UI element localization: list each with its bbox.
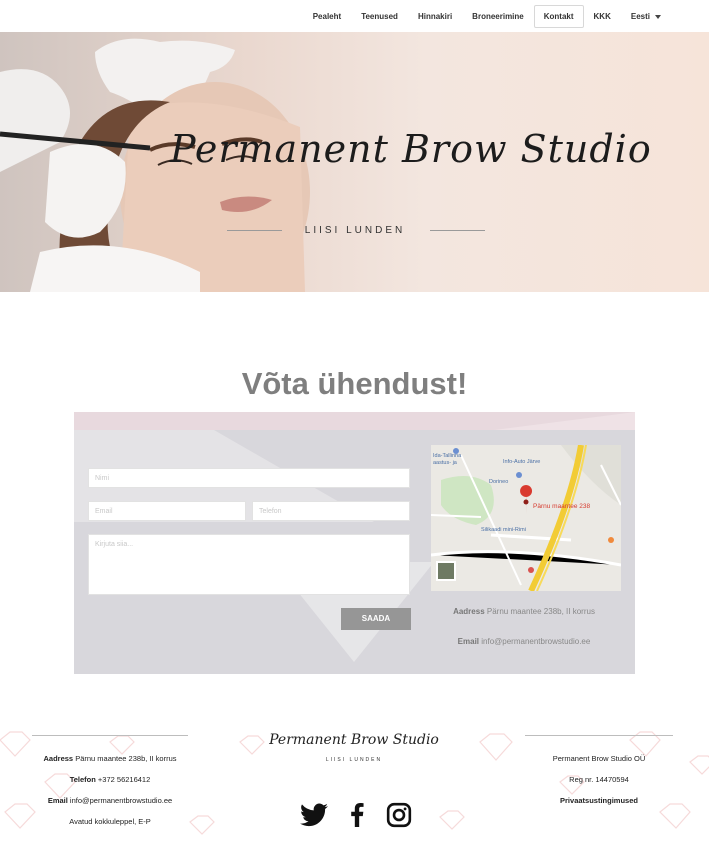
footer-email: Email info@permanentbrowstudio.ee — [30, 795, 190, 816]
footer-privacy-link[interactable]: Privaatsustingimused — [520, 795, 678, 816]
footer-logo-subtitle: LIISI LUNDEN — [325, 757, 383, 763]
social-links — [300, 802, 412, 833]
footer-email-value[interactable]: info@permanentbrowstudio.ee — [70, 796, 172, 805]
footer-company-info: Permanent Brow Studio OÜ Reg nr. 1447059… — [520, 753, 678, 816]
twitter-icon[interactable] — [300, 803, 328, 832]
nav-item-pealeht[interactable]: Pealeht — [303, 5, 351, 28]
hero-banner: Permanent Brow Studio LIISI LUNDEN — [0, 32, 709, 292]
map-label-info-auto: Info-Auto Järve — [503, 459, 541, 465]
footer-contact-info: Aadress Pärnu maantee 238b, II korrus Te… — [30, 753, 190, 837]
footer-phone: Telefon +372 56216412 — [30, 774, 190, 795]
footer-privacy-label[interactable]: Privaatsustingimused — [560, 796, 638, 805]
footer-reg-number: Reg nr. 14470594 — [569, 775, 629, 784]
contact-email-label: Email — [457, 637, 480, 646]
contact-email: Email info@permanentbrowstudio.ee — [409, 637, 635, 646]
instagram-icon[interactable] — [386, 802, 412, 833]
map-pin-label: Pärnu maantee 238 — [533, 503, 591, 510]
hero-divider-right — [430, 230, 485, 231]
contact-panel: Nimi Email Telefon Kirjuta siia... SAADA… — [74, 412, 635, 674]
nav-item-kontakt[interactable]: Kontakt — [533, 5, 584, 28]
submit-button[interactable]: SAADA — [341, 608, 411, 630]
footer-divider-left — [32, 735, 188, 736]
footer-address-value: Pärnu maantee 238b, II korrus — [75, 754, 177, 763]
name-input[interactable]: Nimi — [88, 468, 410, 488]
footer-phone-label: Telefon — [69, 775, 96, 784]
location-map[interactable]: Ida-Tallinna aastus- ja Info-Auto Järve … — [431, 445, 621, 591]
contact-address: Aadress Pärnu maantee 238b, II korrus — [409, 607, 635, 616]
nav-item-kkk[interactable]: KKK — [584, 5, 621, 28]
email-input[interactable]: Email — [88, 501, 246, 521]
footer-hours: Avatud kokkuleppel, E-P — [69, 817, 151, 826]
footer-email-label: Email — [47, 796, 68, 805]
nav-menu: Pealeht Teenused Hinnakiri Broneerimine … — [303, 5, 671, 28]
chevron-down-icon — [655, 14, 661, 19]
phone-input[interactable]: Telefon — [252, 501, 410, 521]
footer-phone-value[interactable]: +372 56216412 — [98, 775, 150, 784]
footer-address-label: Aadress — [43, 754, 74, 763]
contact-address-label: Aadress — [453, 607, 485, 616]
nav-item-hinnakiri[interactable]: Hinnakiri — [408, 5, 462, 28]
contact-email-value[interactable]: info@permanentbrowstudio.ee — [481, 637, 590, 646]
facebook-icon[interactable] — [350, 803, 364, 832]
footer-company-name: Permanent Brow Studio OÜ — [552, 754, 646, 763]
map-label-aastus: aastus- ja — [433, 460, 457, 466]
message-textarea[interactable]: Kirjuta siia... — [88, 534, 410, 595]
contact-heading: Võta ühendust! — [241, 366, 468, 401]
top-navigation: Pealeht Teenused Hinnakiri Broneerimine … — [0, 0, 709, 32]
nav-item-broneerimine[interactable]: Broneerimine — [462, 5, 534, 28]
nav-item-teenused[interactable]: Teenused — [351, 5, 408, 28]
map-label-silikaadi: Silikaadi mini-Rimi — [481, 527, 526, 533]
footer-logo[interactable]: Permanent Brow Studio — [268, 732, 440, 748]
map-graphic — [431, 445, 621, 591]
footer-divider-right — [525, 735, 673, 736]
footer: Aadress Pärnu maantee 238b, II korrus Te… — [0, 722, 709, 844]
language-selector[interactable]: Eesti — [621, 5, 671, 28]
map-label-ida-tallinna: Ida-Tallinna — [433, 453, 462, 459]
contact-address-value: Pärnu maantee 238b, II korrus — [486, 607, 595, 616]
map-label-dorineo: Dorineo — [489, 479, 509, 485]
language-label: Eesti — [630, 12, 650, 21]
footer-address: Aadress Pärnu maantee 238b, II korrus — [30, 753, 190, 774]
hero-title: Permanent Brow Studio — [170, 127, 652, 171]
map-streetview-thumbnail[interactable] — [436, 561, 456, 581]
